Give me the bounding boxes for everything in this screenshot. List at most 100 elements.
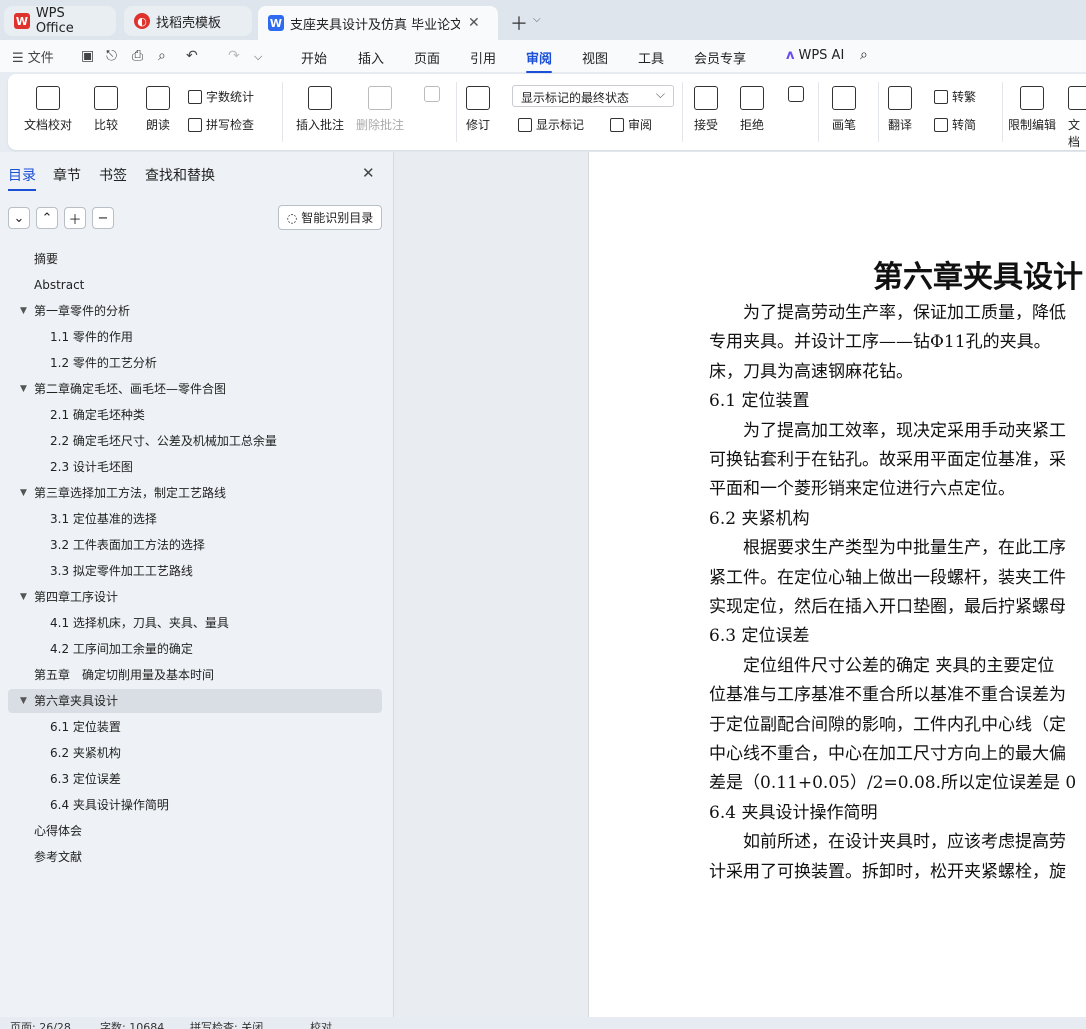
export-icon[interactable]: ⎋ [106, 48, 117, 64]
add-heading-button[interactable]: ＋ [64, 207, 86, 229]
ribbon-divider [1002, 82, 1003, 142]
menu-reference[interactable]: 引用 [470, 48, 496, 67]
toc-item-label: 2.3 设计毛坯图 [50, 460, 133, 474]
spell-check-status[interactable]: 拼写检查: 关闭 [190, 1019, 263, 1029]
nav-tab-chapter[interactable]: 章节 [53, 165, 81, 185]
toc-item[interactable]: 心得体会 [34, 820, 82, 842]
menu-tools[interactable]: 工具 [638, 48, 664, 67]
print-icon[interactable]: ⎙ [132, 48, 143, 64]
toc-item[interactable]: ▼ 第三章选择加工方法，制定工艺路线 [20, 482, 226, 504]
doc-proof-button[interactable]: 文档校对 [24, 86, 72, 133]
page-indicator[interactable]: 页面: 26/28 [10, 1019, 71, 1029]
tab-list-chevron-icon[interactable]: ⌵ [533, 14, 541, 25]
to-simplified-button[interactable]: 转简 [934, 116, 976, 133]
undo-icon[interactable]: ↶ [186, 48, 198, 64]
expand-arrow-icon[interactable]: ▼ [20, 378, 27, 400]
proof-status[interactable]: 校对 [310, 1019, 332, 1029]
restrict-edit-button[interactable]: 限制编辑 [1008, 86, 1056, 133]
toc-item[interactable]: 6.3 定位误差 [50, 768, 121, 790]
toc-item[interactable]: Abstract [34, 274, 84, 296]
toc-item[interactable]: 6.2 夹紧机构 [50, 742, 121, 764]
toc-item[interactable]: 3.2 工件表面加工方法的选择 [50, 534, 205, 556]
pen-icon [832, 86, 856, 110]
show-markup-button[interactable]: 显示标记 [518, 116, 584, 133]
toc-item[interactable]: 4.1 选择机床，刀具、夹具、量具 [50, 612, 229, 634]
pen-button[interactable]: 画笔 [832, 86, 856, 133]
more-chevron-icon[interactable]: ⌵ [254, 50, 262, 64]
word-count-button[interactable]: 字数统计 [188, 88, 254, 105]
doc-button-cut[interactable]: 文档 [1068, 86, 1086, 150]
expand-arrow-icon[interactable]: ▼ [20, 482, 27, 504]
wps-ai-icon: ʌ [786, 48, 795, 63]
document-page[interactable]: 第六章夹具设计 为了提高劳动生产率，保证加工质量，降低 专用夹具。并设计工序——钻… [588, 152, 1086, 1017]
translate-button[interactable]: 翻译 [888, 86, 912, 133]
menu-review[interactable]: 审阅 [526, 48, 553, 73]
toc-item[interactable]: ▼ 第四章工序设计 [20, 586, 118, 608]
prev-comment-button[interactable] [424, 86, 440, 108]
to-traditional-button[interactable]: 转繁 [934, 88, 976, 105]
toc-item[interactable]: ▼ 第二章确定毛坯、画毛坯—零件合图 [20, 378, 226, 400]
toc-item-label: 3.2 工件表面加工方法的选择 [50, 538, 205, 552]
toc-item[interactable]: 3.3 拟定零件加工工艺路线 [50, 560, 193, 582]
toc-item[interactable]: 2.2 确定毛坯尺寸、公差及机械加工总余量 [50, 430, 277, 452]
word-count-indicator[interactable]: 字数: 10684 [100, 1019, 164, 1029]
toc-item[interactable]: 1.1 零件的作用 [50, 326, 133, 348]
prev-change-button[interactable] [788, 86, 804, 108]
accept-button[interactable]: 接受 [694, 86, 718, 133]
comment-delete-icon [368, 86, 392, 110]
redo-icon[interactable]: ↷ [228, 48, 240, 64]
toc-item[interactable]: 参考文献 [34, 846, 82, 868]
menu-view[interactable]: 视图 [582, 48, 608, 67]
expand-down-button[interactable]: ⌄ [8, 207, 30, 229]
toc-item[interactable]: ▼ 第一章零件的分析 [20, 300, 130, 322]
spell-check-button[interactable]: 拼写检查 [188, 116, 254, 133]
nav-tab-toc[interactable]: 目录 [8, 165, 36, 191]
lock-icon [1020, 86, 1044, 110]
expand-arrow-icon[interactable]: ▼ [20, 300, 27, 322]
markup-display-dropdown[interactable]: 显示标记的最终状态 [512, 85, 674, 107]
delete-comment-button[interactable]: 删除批注 [356, 86, 404, 133]
menu-start[interactable]: 开始 [301, 48, 327, 67]
read-aloud-button[interactable]: 朗读 [146, 86, 170, 133]
toc-item[interactable]: 2.1 确定毛坯种类 [50, 404, 145, 426]
toc-item[interactable]: 2.3 设计毛坯图 [50, 456, 133, 478]
toc-item[interactable]: 1.2 零件的工艺分析 [50, 352, 157, 374]
ai-chat-icon: ◌ [286, 210, 298, 225]
compare-button[interactable]: 比较 [94, 86, 118, 133]
track-changes-button[interactable]: 修订 [466, 86, 490, 133]
smart-toc-button[interactable]: ◌ 智能识别目录 [278, 205, 382, 230]
toc-item[interactable]: 6.1 定位装置 [50, 716, 121, 738]
toc-item[interactable]: 第五章 确定切削用量及基本时间 [34, 664, 214, 686]
tab-wps-office[interactable]: W WPS Office [4, 6, 116, 36]
traditional-icon [934, 89, 948, 104]
expand-arrow-icon[interactable]: ▼ [20, 586, 27, 608]
toc-item[interactable]: 3.1 定位基准的选择 [50, 508, 157, 530]
review-pane-button[interactable]: 审阅 [610, 116, 652, 133]
expand-arrow-icon[interactable]: ▼ [20, 690, 27, 712]
search-icon[interactable]: ⌕ [860, 47, 868, 63]
nav-tab-find-replace[interactable]: 查找和替换 [145, 165, 215, 185]
remove-heading-button[interactable]: − [92, 207, 114, 229]
close-icon[interactable]: ✕ [362, 164, 375, 182]
insert-comment-button[interactable]: 插入批注 [296, 86, 344, 133]
toc-item[interactable]: ▼ 第六章夹具设计 [20, 690, 118, 712]
print-preview-icon[interactable]: ⌕ [158, 48, 166, 64]
nav-tab-bookmark[interactable]: 书签 [99, 165, 127, 185]
menu-page[interactable]: 页面 [414, 48, 440, 67]
toc-item[interactable]: 6.4 夹具设计操作简明 [50, 794, 169, 816]
collapse-up-button[interactable]: ⌃ [36, 207, 58, 229]
reject-button[interactable]: 拒绝 [740, 86, 764, 133]
new-tab-plus-icon[interactable]: ＋ [510, 10, 528, 36]
wps-ai-button[interactable]: ʌ WPS AI [786, 48, 844, 63]
close-icon[interactable]: ✕ [468, 15, 480, 31]
simplified-icon [934, 117, 948, 132]
toc-item[interactable]: 4.2 工序间加工余量的确定 [50, 638, 193, 660]
save-icon[interactable]: ▣ [81, 48, 94, 64]
tab-template[interactable]: ◐ 找稻壳模板 [124, 6, 252, 36]
menu-member[interactable]: 会员专享 [694, 48, 746, 67]
toc-item[interactable]: 摘要 [34, 248, 58, 270]
file-menu[interactable]: ☰ 文件 [12, 47, 54, 66]
tab-document[interactable]: W 支座夹具设计及仿真 毕业论文 ✕ [258, 6, 498, 40]
menu-insert[interactable]: 插入 [358, 48, 384, 67]
toc-item-label: 第五章 确定切削用量及基本时间 [34, 668, 215, 682]
